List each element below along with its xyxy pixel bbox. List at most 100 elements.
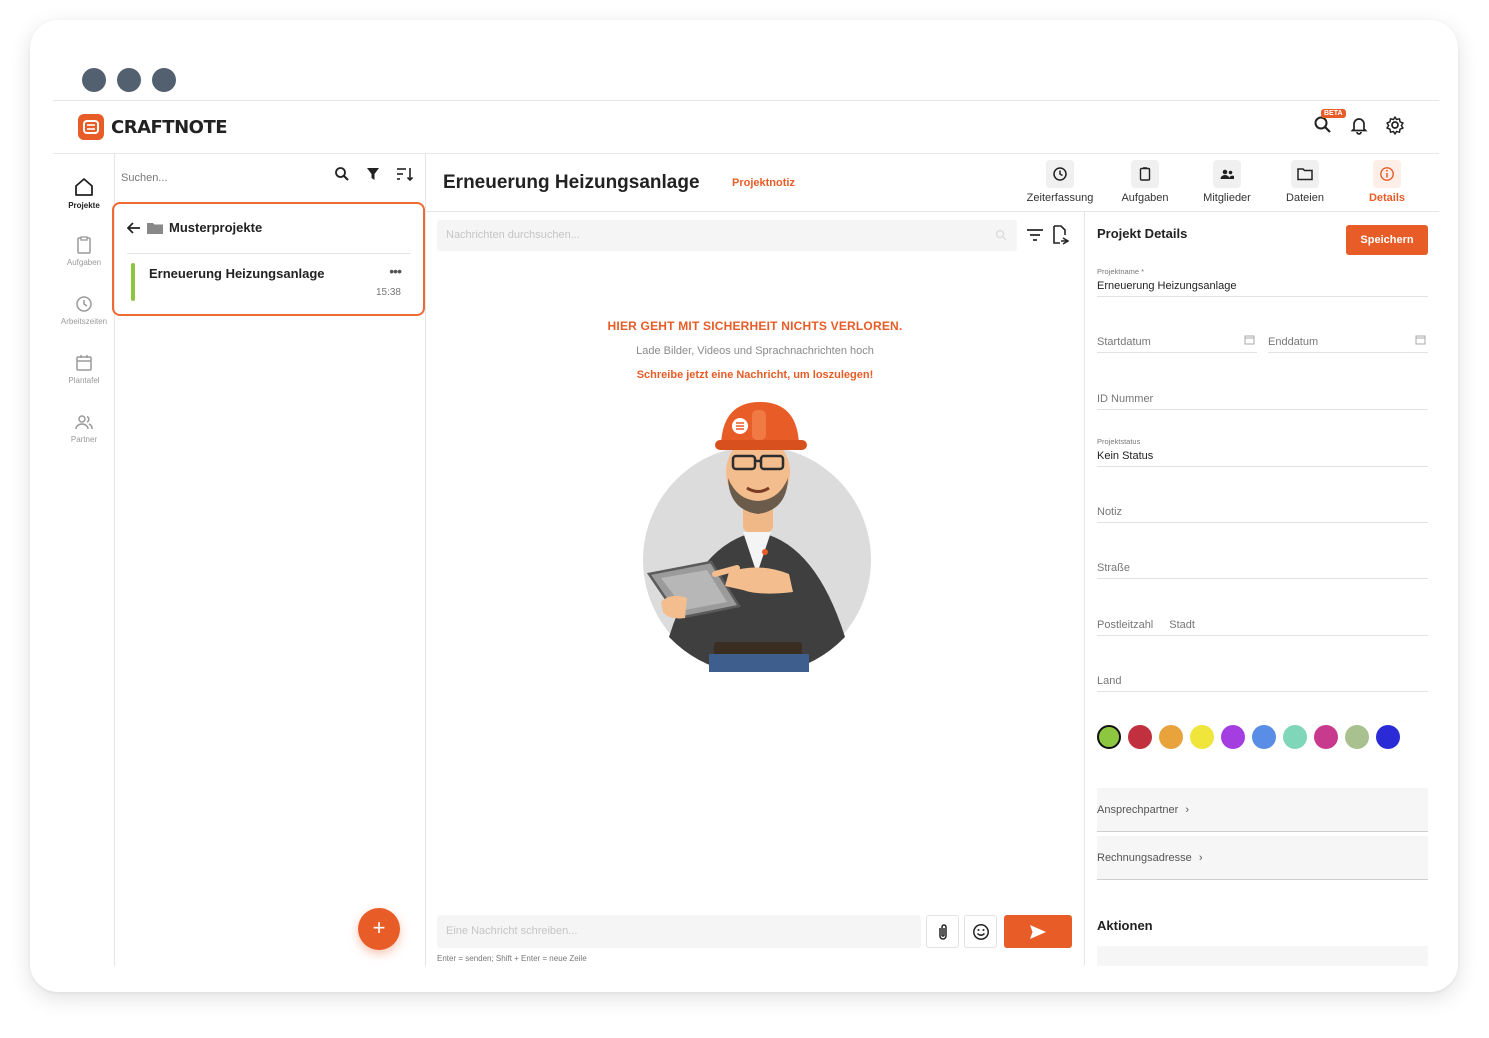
empty-state-subtitle: Lade Bilder, Videos und Sprachnachrichte…	[636, 345, 874, 357]
field-value: Kein Status	[1097, 450, 1154, 462]
aktionen-item[interactable]	[1097, 946, 1428, 966]
calendar-icon[interactable]	[1415, 334, 1426, 345]
attach-button[interactable]	[926, 915, 959, 948]
section-label: Ansprechpartner	[1097, 804, 1179, 816]
enddatum-field[interactable]: Enddatum	[1268, 334, 1428, 353]
nav-label: Projekte	[68, 201, 100, 210]
tab-mitglieder[interactable]: Mitglieder	[1195, 160, 1259, 204]
list-item-project[interactable]: Erneuerung Heizungsanlage ••• 15:38	[131, 263, 413, 301]
color-picker	[1097, 725, 1400, 749]
folder-back-row[interactable]: Musterprojekte	[127, 220, 262, 235]
chat-search-input[interactable]	[446, 229, 966, 241]
search-icon[interactable]	[334, 166, 350, 182]
send-button[interactable]	[1004, 915, 1072, 948]
tab-zeiterfassung[interactable]: Zeiterfassung	[1020, 160, 1100, 204]
field-placeholder: Straße	[1097, 562, 1131, 574]
project-search-input[interactable]	[121, 172, 321, 184]
calendar-icon[interactable]	[1244, 334, 1255, 345]
nav-item-arbeitszeiten[interactable]: Arbeitszeiten	[53, 294, 115, 326]
land-field[interactable]: Land	[1097, 675, 1428, 692]
tab-details[interactable]: Details	[1362, 160, 1412, 204]
empty-state-cta: Schreibe jetzt eine Nachricht, um loszul…	[636, 369, 874, 381]
composer-hint: Enter = senden; Shift + Enter = neue Zei…	[437, 954, 587, 963]
message-composer	[437, 915, 921, 948]
color-swatch[interactable]	[1345, 725, 1369, 749]
color-swatch[interactable]	[1252, 725, 1276, 749]
project-name: Erneuerung Heizungsanlage	[149, 266, 325, 281]
sort-icon[interactable]	[396, 166, 414, 182]
arrow-left-icon[interactable]	[127, 221, 141, 234]
chevron-right-icon: ›	[1198, 852, 1203, 864]
nav-item-partner[interactable]: Partner	[53, 412, 115, 444]
project-timestamp: 15:38	[375, 287, 401, 298]
id-nummer-field[interactable]: ID Nummer	[1097, 393, 1428, 410]
nav-item-aufgaben[interactable]: Aufgaben	[53, 235, 115, 267]
notifications-button[interactable]	[1349, 115, 1369, 140]
tab-label: Mitglieder	[1203, 192, 1251, 204]
project-header: Erneuerung Heizungsanlage Projektnotiz Z…	[426, 154, 1439, 212]
gear-icon	[1386, 116, 1404, 135]
field-placeholder: Enddatum	[1268, 336, 1319, 348]
project-list-panel: Musterprojekte Erneuerung Heizungsanlage…	[112, 154, 426, 966]
rechnungsadresse-section[interactable]: Rechnungsadresse ›	[1097, 836, 1428, 880]
nav-label: Aufgaben	[66, 258, 102, 267]
tab-label: Dateien	[1286, 192, 1324, 204]
project-color-bar	[131, 263, 135, 301]
top-bar: CRAFTNOTE BETA	[53, 101, 1439, 154]
nav-label: Partner	[70, 435, 98, 444]
app-window: CRAFTNOTE BETA Projekte Aufgaben Arbeits…	[53, 100, 1439, 966]
color-swatch[interactable]	[1159, 725, 1183, 749]
global-search-button[interactable]: BETA	[1313, 109, 1346, 140]
tab-label: Aufgaben	[1121, 192, 1169, 204]
filter-icon[interactable]	[366, 167, 380, 181]
ansprechpartner-section[interactable]: Ansprechpartner ›	[1097, 788, 1428, 832]
paperclip-icon	[938, 923, 947, 940]
info-icon	[1380, 167, 1394, 181]
search-icon	[1314, 116, 1331, 133]
nav-label: Plantafel	[68, 376, 100, 385]
color-swatch[interactable]	[1190, 725, 1214, 749]
empty-state-title: HIER GEHT MIT SICHERHEIT NICHTS VERLOREN…	[607, 319, 903, 333]
settings-button[interactable]	[1385, 115, 1405, 140]
project-search-bar	[115, 154, 426, 202]
field-label: Projektstatus	[1097, 437, 1141, 446]
strasse-field[interactable]: Straße	[1097, 562, 1428, 579]
projektname-field[interactable]: Projektname * Erneuerung Heizungsanlage	[1097, 267, 1428, 297]
tab-aufgaben[interactable]: Aufgaben	[1116, 160, 1174, 204]
postleitzahl-field[interactable]: Postleitzahl	[1097, 619, 1153, 631]
color-swatch[interactable]	[1314, 725, 1338, 749]
clipboard-icon	[1139, 167, 1151, 181]
project-type-tag: Projektnotiz	[732, 177, 795, 189]
nav-item-plantafel[interactable]: Plantafel	[53, 353, 115, 385]
color-swatch[interactable]	[1283, 725, 1307, 749]
tab-dateien[interactable]: Dateien	[1281, 160, 1329, 204]
main-panel: Erneuerung Heizungsanlage Projektnotiz Z…	[426, 154, 1439, 966]
divider	[127, 253, 411, 254]
export-file-icon[interactable]	[1051, 224, 1071, 246]
aktionen-heading: Aktionen	[1097, 918, 1153, 933]
notiz-field[interactable]: Notiz	[1097, 506, 1428, 523]
field-placeholder: ID Nummer	[1097, 393, 1154, 405]
nav-label: Arbeitszeiten	[60, 317, 108, 326]
color-swatch[interactable]	[1221, 725, 1245, 749]
nav-item-projekte[interactable]: Projekte	[53, 176, 115, 210]
brand-logo[interactable]: CRAFTNOTE	[78, 114, 228, 140]
add-project-button[interactable]: +	[358, 908, 400, 950]
filter-lines-icon[interactable]	[1026, 227, 1044, 243]
folder-icon	[1297, 168, 1313, 181]
more-options-icon[interactable]: •••	[389, 263, 402, 279]
stadt-field[interactable]: Stadt	[1169, 619, 1195, 631]
emoji-button[interactable]	[964, 915, 997, 948]
window-dot	[117, 68, 141, 92]
color-swatch[interactable]	[1376, 725, 1400, 749]
beta-badge: BETA	[1321, 109, 1346, 118]
search-icon[interactable]	[995, 229, 1007, 241]
bell-icon	[1350, 118, 1368, 135]
color-swatch[interactable]	[1097, 725, 1121, 749]
calendar-icon	[76, 355, 92, 371]
save-button[interactable]: Speichern	[1346, 225, 1428, 255]
message-input[interactable]	[446, 925, 906, 937]
color-swatch[interactable]	[1128, 725, 1152, 749]
startdatum-field[interactable]: Startdatum	[1097, 334, 1257, 353]
projektstatus-field[interactable]: Projektstatus Kein Status	[1097, 437, 1428, 467]
